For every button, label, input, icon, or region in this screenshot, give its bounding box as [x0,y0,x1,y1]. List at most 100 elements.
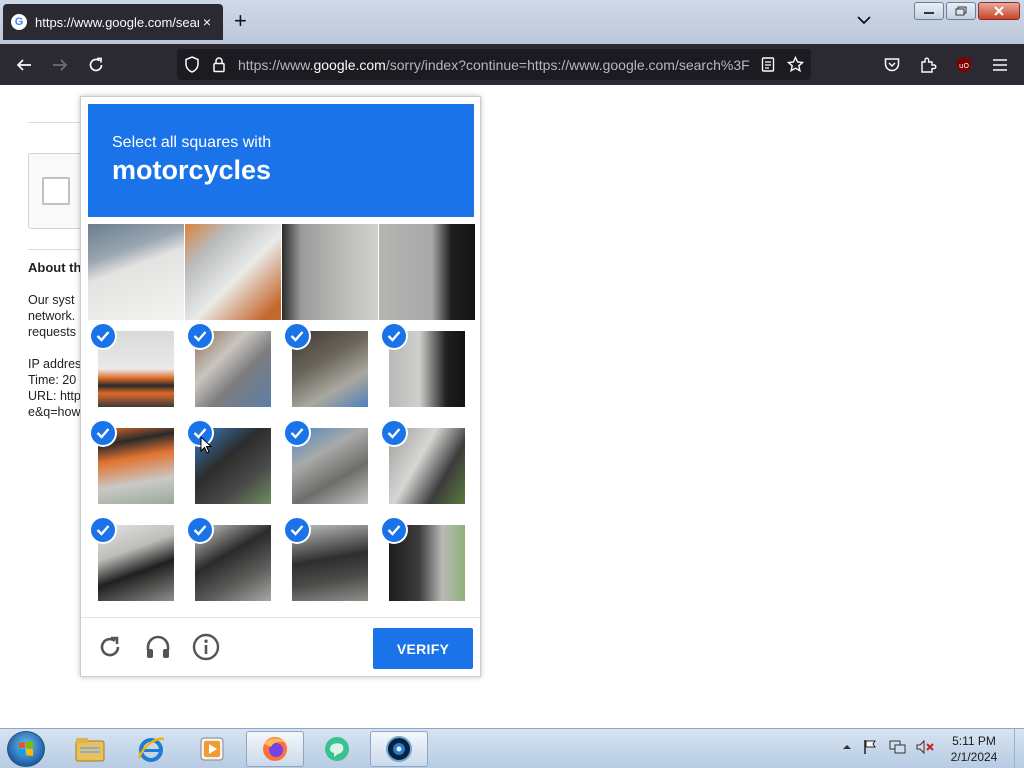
recaptcha-checkbox[interactable] [42,177,70,205]
media-player-icon [200,737,224,761]
minimize-button[interactable] [914,2,944,20]
tile-image [88,224,184,320]
taskbar-explorer[interactable] [61,731,119,767]
about-line: Time: 20 [28,373,77,387]
puzzle-icon [921,57,937,73]
image-tile[interactable] [88,418,184,514]
reader-view-icon[interactable] [761,57,775,72]
info-icon [192,633,220,661]
new-tab-button[interactable]: + [234,10,247,32]
image-tile[interactable] [185,321,281,417]
help-button[interactable] [192,633,220,661]
challenge-target: motorcycles [112,155,272,185]
image-tile[interactable] [88,515,184,611]
about-text: Our syst network. requests IP addres Tim… [28,292,81,420]
about-line: requests [28,325,76,339]
image-tile[interactable] [185,515,281,611]
network-icon[interactable] [888,739,906,755]
firefox-icon [263,737,287,761]
image-tile[interactable] [379,418,475,514]
headphones-icon [146,635,170,658]
checkmark-icon [285,324,309,348]
tracking-shield-icon[interactable] [184,56,200,73]
about-line: URL: http [28,389,81,403]
start-button[interactable] [7,731,45,767]
close-icon [994,6,1004,16]
pocket-icon [884,58,900,72]
clock-date: 2/1/2024 [950,750,998,764]
restore-icon [955,6,967,16]
reload-challenge-button[interactable] [96,633,124,661]
taskbar-camera-app[interactable] [370,731,428,767]
chat-app-icon [325,737,349,761]
image-tile[interactable] [282,418,378,514]
windows-taskbar: 5:11 PM 2/1/2024 [0,728,1024,768]
action-center-flag-icon[interactable] [862,739,878,755]
image-tile[interactable] [379,224,475,320]
image-tile[interactable] [379,321,475,417]
google-favicon-icon: G [11,14,27,30]
forward-button[interactable] [50,55,70,75]
window-controls [914,2,1020,20]
taskbar-media-player[interactable] [183,731,241,767]
checkmark-icon [91,324,115,348]
image-tile[interactable] [282,224,378,320]
checkmark-icon [285,518,309,542]
lock-icon[interactable] [212,56,226,73]
navigation-toolbar: https://www.google.com/sorry/index?conti… [0,44,1024,85]
reload-icon [100,636,120,657]
taskbar-chat-app[interactable] [308,731,366,767]
browser-tab[interactable]: G https://www.google.com/search × [3,4,223,40]
tray-expand-icon[interactable] [842,743,852,751]
app-menu-button[interactable] [990,55,1010,75]
image-tile[interactable] [88,321,184,417]
checkmark-icon [382,518,406,542]
reload-button[interactable] [86,55,106,75]
checkmark-icon [188,324,212,348]
extensions-button[interactable] [918,55,938,75]
url-bar[interactable]: https://www.google.com/sorry/index?conti… [177,49,811,80]
tab-close-icon[interactable]: × [199,14,215,30]
tile-image [379,224,475,320]
show-desktop-button[interactable] [1014,729,1024,768]
ublock-button[interactable]: uO [954,55,974,75]
checkmark-icon [91,421,115,445]
audio-challenge-button[interactable] [144,633,172,661]
close-window-button[interactable] [978,2,1020,20]
mouse-cursor-icon [200,436,212,454]
tile-image [282,224,378,320]
system-clock[interactable]: 5:11 PM 2/1/2024 [944,733,1004,765]
about-line [28,340,81,356]
image-tile[interactable] [282,515,378,611]
checkmark-icon [285,421,309,445]
taskbar-firefox[interactable] [246,731,304,767]
challenge-instruction: Select all squares with [112,134,272,151]
bookmark-star-icon[interactable] [787,56,804,73]
taskbar-internet-explorer[interactable] [122,731,180,767]
image-grid [88,224,475,611]
divider [28,249,88,250]
back-button[interactable] [14,55,34,75]
recaptcha-widget[interactable] [28,153,88,229]
image-tile[interactable] [88,224,184,320]
image-tile[interactable] [185,224,281,320]
restore-button[interactable] [946,2,976,20]
volume-muted-icon[interactable] [916,739,934,755]
forward-arrow-icon [53,59,68,71]
reload-page-icon [89,57,103,72]
image-tile[interactable] [282,321,378,417]
verify-button[interactable]: VERIFY [373,628,473,669]
list-all-tabs-icon[interactable] [856,12,872,28]
url-domain: google.com [313,57,386,73]
image-tile[interactable] [185,418,281,514]
about-line: Our syst [28,293,75,307]
checkmark-icon [188,518,212,542]
pocket-button[interactable] [882,55,902,75]
checkmark-icon [382,324,406,348]
minimize-icon [924,12,934,14]
url-text[interactable]: https://www.google.com/sorry/index?conti… [238,57,750,73]
tile-image [185,224,281,320]
back-arrow-icon [16,59,31,71]
image-tile[interactable] [379,515,475,611]
footer-divider [81,617,480,618]
